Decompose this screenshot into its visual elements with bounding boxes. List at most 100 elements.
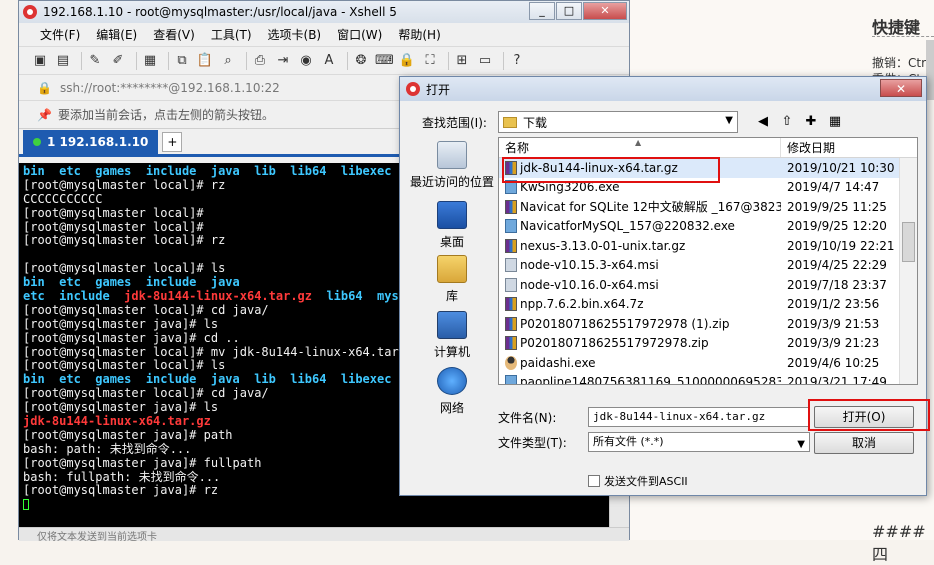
close-button[interactable]: ✕ xyxy=(583,2,627,20)
add-icon[interactable]: ⊞ xyxy=(453,52,471,70)
help-icon[interactable]: ? xyxy=(508,52,526,70)
menu-edit[interactable]: 编辑(E) xyxy=(93,24,140,45)
place-computer[interactable]: 计算机 xyxy=(406,311,498,360)
transfer-icon[interactable]: ⇥ xyxy=(274,52,292,70)
file-row[interactable]: P020180718625517972978.zip 2019/3/9 21:23 xyxy=(499,334,917,354)
recent-places-icon xyxy=(437,141,467,169)
terminal-text: [root@mysqlmaster local]# cd java/ xyxy=(23,302,269,317)
send-ascii-checkbox[interactable] xyxy=(588,475,600,487)
print-icon[interactable]: ⎙ xyxy=(251,52,269,70)
place-desktop[interactable]: 桌面 xyxy=(406,201,498,250)
file-date: 2019/4/7 14:47 xyxy=(787,180,880,195)
file-name: nexus-3.13.0-01-unix.tar.gz xyxy=(520,238,686,253)
terminal-text: [root@mysqlmaster java]# cd .. xyxy=(23,330,240,345)
file-row[interactable]: node-v10.15.3-x64.msi 2019/4/25 22:29 xyxy=(499,256,917,276)
dialog-titlebar[interactable]: 打开 ✕ xyxy=(400,77,926,101)
keyboard-icon[interactable]: ⌨ xyxy=(375,52,394,70)
terminal-text: [root@mysqlmaster java]# rz xyxy=(23,483,219,498)
menu-view[interactable]: 查看(V) xyxy=(150,24,198,45)
toolbar-separator xyxy=(81,51,82,70)
fullscreen-icon[interactable]: ⛶ xyxy=(421,52,439,70)
file-row[interactable]: P020180718625517972978 (1).zip 2019/3/9 2… xyxy=(499,314,917,334)
terminal-text: jdk-8u144-linux-x64.tar.gz xyxy=(124,289,312,304)
cancel-button[interactable]: 取消 xyxy=(814,432,914,454)
properties-icon[interactable]: ▦ xyxy=(141,52,159,70)
new-folder-icon[interactable]: ✚ xyxy=(802,113,820,131)
up-folder-icon[interactable]: ⇧ xyxy=(778,113,796,131)
minimize-button[interactable]: _ xyxy=(529,2,555,20)
tab-session-1[interactable]: 1 192.168.1.10 xyxy=(23,130,159,154)
places-bar: 最近访问的位置 桌面 库 计算机 网络 xyxy=(406,137,498,437)
terminal-text: jdk-8u144-linux-x64.tar.gz xyxy=(23,414,211,429)
reconnect-icon[interactable]: ✎ xyxy=(86,52,104,70)
file-name: paopline1480756381169_5100000069528302? xyxy=(520,375,781,385)
status-bar: 仅将文本发送到当前选项卡 xyxy=(19,527,629,541)
menu-window[interactable]: 窗口(W) xyxy=(334,24,385,45)
paste-icon[interactable]: 📋 xyxy=(196,52,214,70)
file-name-cell: nexus-3.13.0-01-unix.tar.gz xyxy=(499,238,781,253)
add-tab-button[interactable]: + xyxy=(162,132,183,152)
globe-icon[interactable]: ◉ xyxy=(297,52,315,70)
file-row[interactable]: nexus-3.13.0-01-unix.tar.gz 2019/10/19 22… xyxy=(499,236,917,256)
desktop-icon xyxy=(437,201,467,229)
address-text: ssh://root:********@192.168.1.10:22 xyxy=(59,80,280,95)
computer-icon xyxy=(437,311,467,339)
dialog-title: 打开 xyxy=(426,82,451,97)
lookin-label: 查找范围(I): xyxy=(422,115,487,130)
terminal-text: [root@mysqlmaster local]# rz xyxy=(23,177,226,192)
lock-icon[interactable]: 🔒 xyxy=(398,52,416,70)
address-lock-icon: 🔒 xyxy=(37,80,52,95)
menu-help[interactable]: 帮助(H) xyxy=(395,24,443,45)
file-row[interactable]: Navicat for SQLite 12中文破解版 _167@38234...… xyxy=(499,197,917,217)
lookin-select[interactable]: 下载 ▼ xyxy=(498,111,738,133)
column-header-date[interactable]: 修改日期 xyxy=(781,138,899,157)
exe-icon xyxy=(505,219,517,234)
disconnect-icon[interactable]: ✐ xyxy=(109,52,127,70)
xshell-titlebar[interactable]: 192.168.1.10 - root@mysqlmaster:/usr/loc… xyxy=(19,1,629,23)
file-date: 2019/1/2 23:56 xyxy=(787,297,880,312)
terminal-cursor-line xyxy=(23,498,605,512)
view-menu-icon[interactable]: ▦ xyxy=(826,113,844,131)
terminal-text: [root@mysqlmaster local]# rz xyxy=(23,233,226,248)
copy-icon[interactable]: ⧉ xyxy=(173,52,191,70)
file-row[interactable]: paidashi.exe 2019/4/6 10:25 xyxy=(499,353,917,373)
place-library[interactable]: 库 xyxy=(406,255,498,304)
archive-icon xyxy=(505,238,517,253)
background-scrollbar[interactable] xyxy=(926,40,934,100)
toolbar: ▣ ▤ ✎ ✐ ▦ ⧉ 📋 ⌕ ⎙ ⇥ ◉ A ❂ ⌨ 🔒 ⛶ ⊞ ▭ ? xyxy=(19,47,629,75)
menu-file[interactable]: 文件(F) xyxy=(37,24,83,45)
back-icon[interactable]: ◀ xyxy=(754,113,772,131)
chevron-down-icon: ▼ xyxy=(725,115,733,126)
new-session-icon[interactable]: ▣ xyxy=(31,52,49,70)
dialog-close-button[interactable]: ✕ xyxy=(880,79,922,97)
file-row[interactable]: npp.7.6.2.bin.x64.7z 2019/1/2 23:56 xyxy=(499,295,917,315)
file-name-cell: Navicat for SQLite 12中文破解版 _167@38234... xyxy=(499,198,781,215)
place-network[interactable]: 网络 xyxy=(406,367,498,416)
terminal-text: bin etc games include java lib lib64 lib… xyxy=(23,372,443,387)
menu-tools[interactable]: 工具(T) xyxy=(208,24,255,45)
msi-icon xyxy=(505,258,517,273)
file-row[interactable]: paopline1480756381169_5100000069528302? 2… xyxy=(499,373,917,385)
maximize-button[interactable]: □ xyxy=(556,2,582,20)
menu-tabs[interactable]: 选项卡(B) xyxy=(265,24,325,45)
file-date: 2019/10/21 10:30 xyxy=(787,160,895,175)
place-recent[interactable]: 最近访问的位置 xyxy=(406,141,498,190)
layout-icon[interactable]: ▭ xyxy=(476,52,494,70)
xftp-icon[interactable]: ❂ xyxy=(352,52,370,70)
file-name-cell: paidashi.exe xyxy=(499,355,781,370)
file-list-scrollbar[interactable] xyxy=(899,158,917,384)
file-date: 2019/10/19 22:21 xyxy=(787,238,895,253)
find-icon[interactable]: ⌕ xyxy=(219,52,237,70)
scrollbar-thumb[interactable] xyxy=(902,222,915,262)
open-folder-icon[interactable]: ▤ xyxy=(54,52,72,70)
font-icon[interactable]: A xyxy=(320,52,338,70)
file-row[interactable]: NavicatforMySQL_157@220832.exe 2019/9/25 … xyxy=(499,217,917,237)
filename-input[interactable]: jdk-8u144-linux-x64.tar.gz xyxy=(588,407,810,427)
pin-icon[interactable]: 📌 xyxy=(37,108,52,122)
filetype-select[interactable]: 所有文件 (*.*) ▼ xyxy=(588,432,810,452)
terminal-text: [root@mysqlmaster java]# ls xyxy=(23,400,219,415)
toolbar-separator xyxy=(347,51,348,70)
file-row[interactable]: node-v10.16.0-x64.msi 2019/7/18 23:37 xyxy=(499,275,917,295)
column-header-name[interactable]: ▲ 名称 xyxy=(499,138,781,157)
file-name: P020180718625517972978 (1).zip xyxy=(520,316,730,331)
